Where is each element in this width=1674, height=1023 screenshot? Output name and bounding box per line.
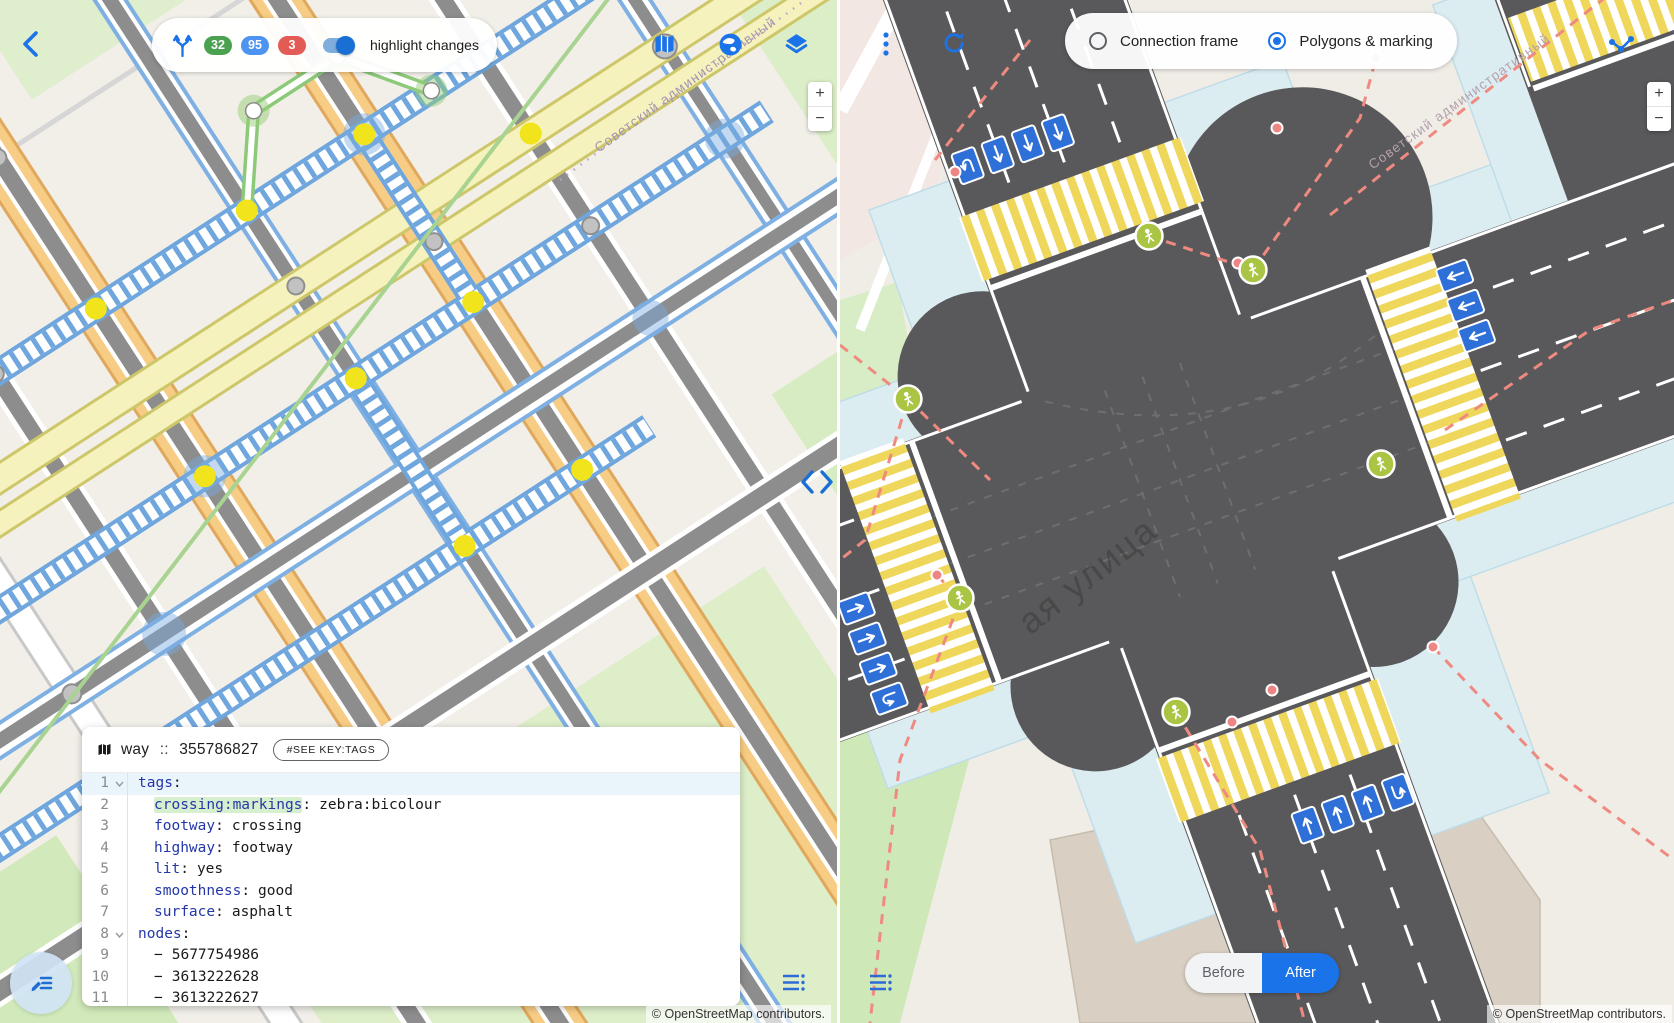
- code-line: 1 tags:: [82, 773, 740, 795]
- created-count-badge: 32: [204, 36, 232, 55]
- attribution: © OpenStreetMap contributors.: [646, 1005, 831, 1023]
- option-connection-frame[interactable]: Connection frame: [1089, 32, 1238, 50]
- deleted-count-badge: 3: [278, 36, 306, 55]
- refresh-icon: [941, 30, 967, 56]
- render-mode-switcher: Connection frame Polygons & marking: [1065, 13, 1457, 69]
- edit-list-fab-button[interactable]: [10, 952, 72, 1014]
- feature-id: 355786827: [179, 741, 258, 758]
- openstreetmap-link[interactable]: OpenStreetMap: [664, 1007, 752, 1021]
- kebab-menu-icon: [882, 31, 890, 57]
- list-legend-icon: [781, 972, 807, 994]
- openstreetmap-link[interactable]: OpenStreetMap: [1505, 1007, 1593, 1021]
- zoom-control-right: + −: [1647, 82, 1671, 131]
- modified-count-badge: 95: [241, 36, 269, 55]
- code-line: 4 highway:footway: [82, 838, 740, 860]
- code-line: 6 smoothness:good: [82, 881, 740, 903]
- branch-changes-icon: [170, 32, 195, 58]
- collapse-caret-icon[interactable]: [115, 932, 124, 938]
- zoom-out-button[interactable]: −: [808, 107, 832, 131]
- changes-toolbar: 32 95 3 highlight changes: [152, 18, 497, 72]
- feature-type: way: [121, 741, 149, 758]
- map-panel-changes: Советский административный 32 95 3 highl…: [0, 0, 837, 1023]
- back-button[interactable]: [18, 28, 48, 60]
- changeset-viewer-app: Советский административный 32 95 3 highl…: [0, 0, 1674, 1023]
- highlight-changes-toggle[interactable]: [323, 38, 353, 53]
- map-view-button[interactable]: [650, 30, 678, 58]
- zoom-control-left: + −: [808, 82, 832, 131]
- code-line: 5 lit:yes: [82, 859, 740, 881]
- before-button[interactable]: Before: [1185, 953, 1262, 993]
- feature-title-separator: ::: [160, 741, 169, 758]
- code-line: 10 −3613222628: [82, 967, 740, 989]
- panel-resize-handle[interactable]: [799, 468, 835, 501]
- refresh-button[interactable]: [940, 29, 968, 57]
- layers-icon: [783, 31, 810, 58]
- layers-button[interactable]: [782, 30, 810, 58]
- code-line: 8 nodes:: [82, 924, 740, 946]
- legend-button[interactable]: [868, 972, 894, 994]
- code-line: 7 surface:asphalt: [82, 902, 740, 924]
- code-line: 3 footway:crossing: [82, 816, 740, 838]
- radio-selected-icon: [1268, 32, 1286, 50]
- tag-editor[interactable]: 1 tags: 2 crossing:markings:zebra:bicolo…: [82, 773, 740, 1006]
- see-key-tags-button[interactable]: #SEE KEY:TAGS: [273, 739, 390, 761]
- zoom-in-button[interactable]: +: [808, 82, 832, 106]
- feature-title: way :: 355786827: [121, 741, 259, 759]
- more-options-button[interactable]: [872, 30, 900, 58]
- zoom-in-button[interactable]: +: [1647, 82, 1671, 106]
- way-icon: [97, 742, 112, 757]
- map-style-switcher: [650, 30, 810, 58]
- render-map-canvas[interactable]: ая улица Советский административный: [840, 0, 1674, 1023]
- back-chevron-icon: [18, 28, 48, 60]
- code-line: 9 −5677754986: [82, 945, 740, 967]
- code-line: 11 −3613222627: [82, 988, 740, 1006]
- collapse-caret-icon[interactable]: [115, 781, 124, 787]
- share-button[interactable]: [1607, 30, 1635, 58]
- attribution: © OpenStreetMap contributors.: [1487, 1005, 1672, 1023]
- legend-button[interactable]: [781, 972, 807, 994]
- map-icon: [652, 32, 677, 56]
- chevron-left-right-icon: [799, 468, 835, 496]
- panel-divider[interactable]: [837, 0, 840, 1023]
- highlight-changes-label: highlight changes: [370, 37, 479, 53]
- feature-header: way :: 355786827 #SEE KEY:TAGS: [82, 727, 740, 773]
- code-line: 2 crossing:markings:zebra:bicolour: [82, 795, 740, 817]
- share-nodes-icon: [1608, 32, 1635, 57]
- before-after-toggle: Before After: [1185, 953, 1339, 993]
- satellite-view-button[interactable]: [716, 30, 744, 58]
- globe-icon: [718, 32, 743, 57]
- zoom-out-button[interactable]: −: [1647, 107, 1671, 131]
- map-panel-render: ая улица Советский административный Conn…: [840, 0, 1674, 1023]
- option-polygons-marking[interactable]: Polygons & marking: [1268, 32, 1432, 50]
- list-legend-icon: [868, 972, 894, 994]
- edit-list-icon: [28, 970, 54, 996]
- feature-info-panel: way :: 355786827 #SEE KEY:TAGS 1 tags: 2…: [82, 727, 740, 1006]
- after-button[interactable]: After: [1262, 953, 1339, 993]
- toggle-knob: [336, 36, 355, 55]
- radio-unselected-icon: [1089, 32, 1107, 50]
